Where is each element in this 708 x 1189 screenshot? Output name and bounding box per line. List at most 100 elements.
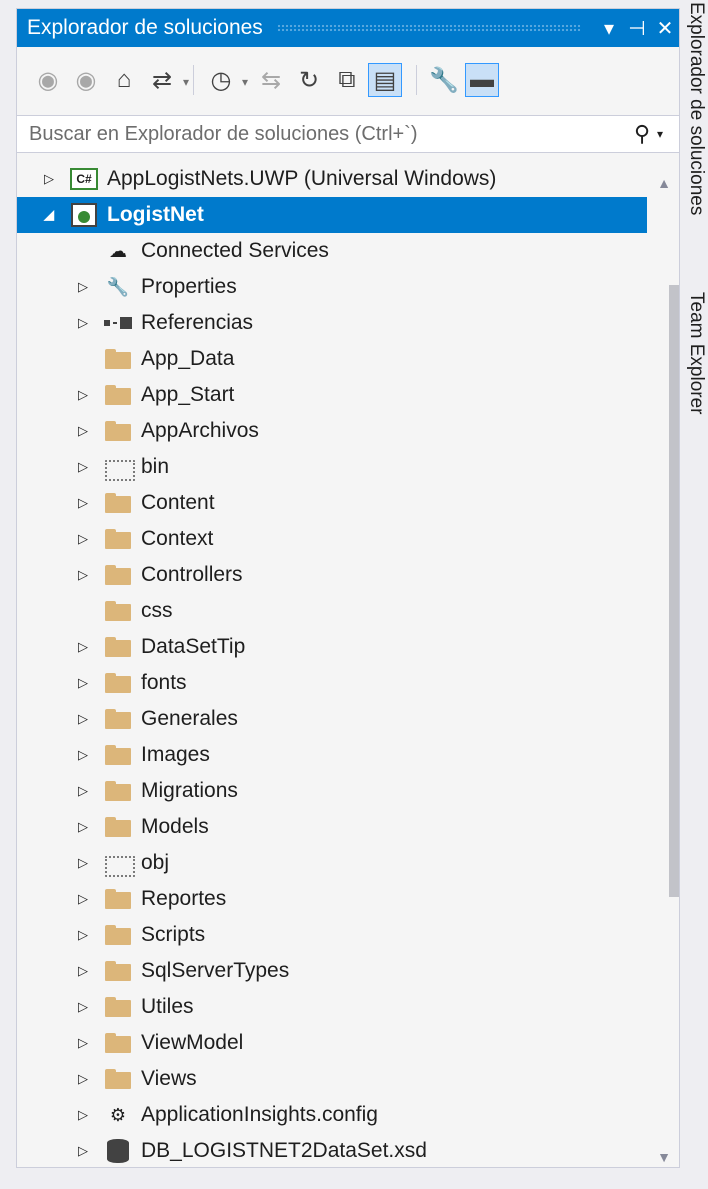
tree-item-label: AppArchivos — [141, 419, 259, 442]
side-tab-strip: Explorador de soluciones Team Explorer — [684, 0, 708, 1189]
panel-titlebar[interactable]: Explorador de soluciones ▾ ⊣ ✕ — [17, 9, 679, 47]
vertical-scrollbar[interactable]: ▲ ▼ — [649, 161, 679, 1167]
tree-item[interactable]: ▷ Reportes — [17, 881, 647, 917]
collapsed-arrow-icon[interactable]: ▷ — [73, 529, 93, 549]
folder-icon — [103, 598, 133, 624]
collapsed-arrow-icon[interactable]: ▷ — [73, 817, 93, 837]
tree-item[interactable]: ▷ Context — [17, 521, 647, 557]
collapsed-arrow-icon[interactable]: ▷ — [73, 745, 93, 765]
tab-team-explorer[interactable]: Team Explorer — [684, 292, 708, 415]
tree-item[interactable]: css — [17, 593, 647, 629]
collapsed-arrow-icon[interactable]: ▷ — [73, 421, 93, 441]
collapsed-arrow-icon[interactable]: ▷ — [73, 1105, 93, 1125]
collapsed-arrow-icon[interactable]: ▷ — [73, 1069, 93, 1089]
search-input[interactable] — [29, 122, 627, 146]
tree-item[interactable]: ▷ Utiles — [17, 989, 647, 1025]
show-all-files-button[interactable]: ▤ — [368, 63, 402, 97]
folder-icon — [103, 994, 133, 1020]
expanded-arrow-icon[interactable]: ◢ — [39, 205, 59, 225]
folder-icon — [103, 418, 133, 444]
tree-item[interactable]: ▷ bin — [17, 449, 647, 485]
tree-item[interactable]: ▷ ViewModel — [17, 1025, 647, 1061]
tree-item-label: Connected Services — [141, 239, 329, 262]
switch-views-button[interactable]: ⇄ ▾ — [145, 63, 189, 97]
tree-item-label: Content — [141, 491, 215, 514]
collapsed-arrow-icon[interactable]: ▷ — [73, 565, 93, 585]
collapsed-arrow-icon[interactable]: ▷ — [73, 1033, 93, 1053]
tree-item[interactable]: ▷ App_Start — [17, 377, 647, 413]
tree-item[interactable]: ▷ Views — [17, 1061, 647, 1097]
collapsed-arrow-icon[interactable]: ▷ — [73, 277, 93, 297]
home-button[interactable]: ⌂ — [107, 63, 141, 97]
collapsed-arrow-icon[interactable]: ▷ — [73, 385, 93, 405]
collapsed-arrow-icon[interactable]: ▷ — [73, 961, 93, 981]
collapsed-arrow-icon[interactable]: ▷ — [73, 637, 93, 657]
tree-item[interactable]: ▷ Images — [17, 737, 647, 773]
window-position-dropdown-icon[interactable]: ▾ — [595, 13, 623, 43]
tree-item[interactable]: ▷ Generales — [17, 701, 647, 737]
tree-item[interactable]: ▷ Migrations — [17, 773, 647, 809]
pending-changes-filter-button[interactable]: ◷ ▾ — [204, 63, 248, 97]
tree-item-label: Controllers — [141, 563, 243, 586]
sync-with-active-document-button[interactable]: ⇆ — [254, 63, 288, 97]
tree-item[interactable]: ▷ DB_LOGISTNET2DataSet.xsd — [17, 1133, 647, 1167]
tree-item-label: bin — [141, 455, 170, 478]
tree-item[interactable]: ▷ ⚙ ApplicationInsights.config — [17, 1097, 647, 1133]
scrollbar-thumb[interactable] — [669, 285, 679, 897]
search-options-chevron-icon[interactable]: ▾ — [657, 127, 679, 141]
folder-icon — [103, 1066, 133, 1092]
tree-item[interactable]: ▷ DataSetTip — [17, 629, 647, 665]
tree-item[interactable]: ▷ SqlServerTypes — [17, 953, 647, 989]
back-button[interactable]: ◉ — [31, 63, 65, 97]
tree-item[interactable]: ▷ 🔧 Properties — [17, 269, 647, 305]
tree-item[interactable]: ▷ obj — [17, 845, 647, 881]
tree-item[interactable]: ▷ Referencias — [17, 305, 647, 341]
tree-item[interactable]: ▷ Content — [17, 485, 647, 521]
tree-item-label: App_Data — [141, 347, 235, 370]
tree-item[interactable]: ▷ Models — [17, 809, 647, 845]
collapsed-arrow-icon[interactable]: ▷ — [73, 889, 93, 909]
collapse-all-button[interactable]: ⧉ — [330, 63, 364, 97]
tree-item[interactable]: ▷ Scripts — [17, 917, 647, 953]
folder-icon — [103, 382, 133, 408]
collapsed-arrow-icon[interactable]: ▷ — [73, 709, 93, 729]
web-project-icon — [69, 202, 99, 228]
tree-item[interactable]: ▷ AppArchivos — [17, 413, 647, 449]
tree-item[interactable]: ◢ LogistNet — [17, 197, 647, 233]
collapsed-arrow-icon[interactable]: ▷ — [73, 313, 93, 333]
preview-selected-items-button[interactable]: ▬ — [465, 63, 499, 97]
no-expander — [73, 601, 93, 621]
close-icon[interactable]: ✕ — [651, 13, 679, 43]
auto-hide-pin-icon[interactable]: ⊣ — [623, 13, 651, 43]
search-icon[interactable]: ⚲ — [627, 121, 657, 147]
refresh-button[interactable]: ↻ — [292, 63, 326, 97]
panel-title: Explorador de soluciones — [27, 16, 263, 39]
scroll-up-icon[interactable]: ▲ — [649, 171, 679, 195]
collapsed-arrow-icon[interactable]: ▷ — [73, 853, 93, 873]
collapsed-arrow-icon[interactable]: ▷ — [73, 457, 93, 477]
tree-item[interactable]: App_Data — [17, 341, 647, 377]
properties-button[interactable]: 🔧 — [427, 63, 461, 97]
tree-item[interactable]: ▷ C# AppLogistNets.UWP (Universal Windows) — [17, 161, 647, 197]
forward-button[interactable]: ◉ — [69, 63, 103, 97]
collapsed-arrow-icon[interactable]: ▷ — [73, 997, 93, 1017]
folder-icon — [103, 670, 133, 696]
folder-icon — [103, 346, 133, 372]
collapsed-arrow-icon[interactable]: ▷ — [39, 169, 59, 189]
tree-item-label: Views — [141, 1067, 197, 1090]
tree-item-label: ViewModel — [141, 1031, 244, 1054]
drag-grip[interactable] — [276, 24, 581, 32]
scroll-down-icon[interactable]: ▼ — [649, 1145, 679, 1167]
collapsed-arrow-icon[interactable]: ▷ — [73, 781, 93, 801]
collapsed-arrow-icon[interactable]: ▷ — [73, 673, 93, 693]
collapsed-arrow-icon[interactable]: ▷ — [73, 1141, 93, 1161]
tree-item-label: SqlServerTypes — [141, 959, 290, 982]
collapsed-arrow-icon[interactable]: ▷ — [73, 925, 93, 945]
tree-item[interactable]: ☁ Connected Services — [17, 233, 647, 269]
hidden-folder-icon — [103, 454, 135, 481]
tree-item[interactable]: ▷ fonts — [17, 665, 647, 701]
wrench-icon: 🔧 — [106, 276, 130, 297]
tab-solution-explorer[interactable]: Explorador de soluciones — [684, 2, 708, 215]
collapsed-arrow-icon[interactable]: ▷ — [73, 493, 93, 513]
tree-item[interactable]: ▷ Controllers — [17, 557, 647, 593]
